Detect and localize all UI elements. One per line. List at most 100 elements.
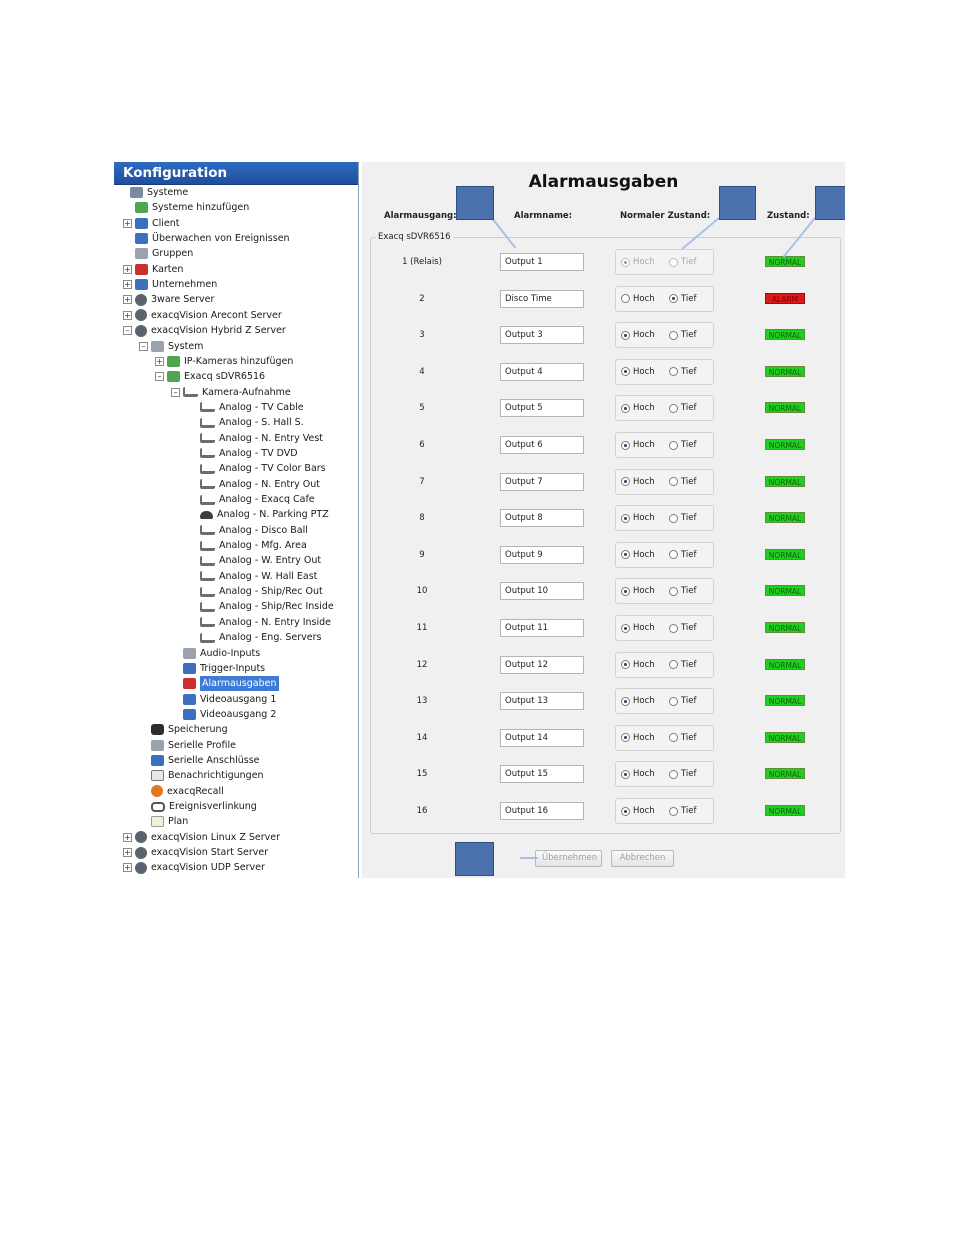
tree-item[interactable]: Serielle Profile	[139, 738, 236, 753]
tree-item[interactable]: Trigger-Inputs	[171, 661, 265, 676]
radio-high[interactable]: Hoch	[621, 806, 655, 816]
alarm-name-input[interactable]: Disco Time	[500, 289, 584, 308]
radio-high[interactable]: Hoch	[621, 660, 655, 670]
tree-item[interactable]: Alarmausgaben	[171, 676, 279, 692]
radio-low[interactable]: Tief	[669, 623, 697, 633]
radio-high[interactable]: Hoch	[621, 550, 655, 560]
tree-item[interactable]: Serielle Anschlüsse	[139, 753, 260, 768]
tree-item[interactable]: Analog - S. Hall S.	[188, 415, 304, 430]
tree-item[interactable]: + Unternehmen	[123, 277, 217, 292]
radio-low[interactable]: Tief	[669, 586, 697, 596]
tree-item[interactable]: + Client	[123, 216, 180, 231]
alarm-name-input[interactable]: Output 14	[500, 728, 584, 747]
tree-item[interactable]: Analog - N. Entry Out	[188, 477, 320, 492]
tree-item[interactable]: Analog - Eng. Servers	[188, 630, 322, 645]
radio-low[interactable]: Tief	[669, 733, 697, 743]
tree-item[interactable]: Analog - N. Entry Vest	[188, 431, 323, 446]
radio-high[interactable]: Hoch	[621, 623, 655, 633]
expand-icon[interactable]: +	[123, 295, 132, 305]
tree-item[interactable]: Analog - Disco Ball	[188, 523, 308, 538]
tree-item[interactable]: – exacqVision Hybrid Z Server	[123, 323, 286, 338]
tree-item[interactable]: Audio-Inputs	[171, 646, 260, 661]
tree-item[interactable]: Analog - TV Color Bars	[188, 461, 326, 476]
tree-item[interactable]: + exacqVision UDP Server	[123, 860, 265, 875]
expand-icon[interactable]: +	[123, 280, 132, 290]
tree-item[interactable]: Analog - W. Entry Out	[188, 553, 321, 568]
tree-item[interactable]: + exacqVision Start Server	[123, 845, 268, 860]
tree-item[interactable]: Überwachen von Ereignissen	[123, 231, 290, 246]
expand-icon[interactable]: +	[123, 863, 132, 873]
tree-item[interactable]: Analog - Mfg. Area	[188, 538, 307, 553]
radio-high[interactable]: Hoch	[621, 586, 655, 596]
alarm-name-input[interactable]: Output 15	[500, 765, 584, 784]
radio-low[interactable]: Tief	[669, 440, 697, 450]
radio-low[interactable]: Tief	[669, 403, 697, 413]
alarm-name-input[interactable]: Output 12	[500, 655, 584, 674]
tree-item[interactable]: Analog - Ship/Rec Out	[188, 584, 323, 599]
radio-low[interactable]: Tief	[669, 330, 697, 340]
radio-high[interactable]: Hoch	[621, 513, 655, 523]
apply-button[interactable]: Übernehmen	[535, 850, 602, 867]
radio-high[interactable]: Hoch	[621, 733, 655, 743]
radio-low[interactable]: Tief	[669, 660, 697, 670]
radio-low[interactable]: Tief	[669, 513, 697, 523]
cancel-button[interactable]: Abbrechen	[611, 850, 674, 867]
tree-item[interactable]: – System	[139, 339, 203, 354]
collapse-icon[interactable]: –	[155, 372, 164, 382]
radio-high[interactable]: Hoch	[621, 769, 655, 779]
tree-item[interactable]: Analog - TV DVD	[188, 446, 298, 461]
alarm-name-input[interactable]: Output 13	[500, 692, 584, 711]
tree-item[interactable]: Analog - W. Hall East	[188, 569, 317, 584]
radio-low[interactable]: Tief	[669, 477, 697, 487]
tree-item[interactable]: Systeme hinzufügen	[123, 200, 249, 215]
tree-item[interactable]: + exacqVision Arecont Server	[123, 308, 282, 323]
alarm-name-input[interactable]: Output 5	[500, 399, 584, 418]
alarm-name-input[interactable]: Output 7	[500, 472, 584, 491]
tree-item[interactable]: Speicherung	[139, 722, 228, 737]
radio-low[interactable]: Tief	[669, 806, 697, 816]
tree-item[interactable]: Analog - N. Entry Inside	[188, 615, 331, 630]
radio-high[interactable]: Hoch	[621, 330, 655, 340]
alarm-name-input[interactable]: Output 8	[500, 509, 584, 528]
alarm-name-input[interactable]: Output 10	[500, 582, 584, 601]
tree-item[interactable]: exacqRecall	[139, 784, 224, 799]
alarm-name-input[interactable]: Output 9	[500, 545, 584, 564]
tree-item[interactable]: Analog - Ship/Rec Inside	[188, 599, 334, 614]
expand-icon[interactable]: +	[123, 218, 132, 228]
radio-low[interactable]: Tief	[669, 294, 697, 304]
tree-item[interactable]: Gruppen	[123, 246, 193, 261]
tree-item[interactable]: Ereignisverlinkung	[139, 799, 257, 814]
radio-high[interactable]: Hoch	[621, 477, 655, 487]
alarm-name-input[interactable]: Output 1	[500, 253, 584, 271]
alarm-name-input[interactable]: Output 4	[500, 362, 584, 381]
radio-low[interactable]: Tief	[669, 769, 697, 779]
radio-high[interactable]: Hoch	[621, 294, 655, 304]
radio-high[interactable]: Hoch	[621, 403, 655, 413]
collapse-icon[interactable]: –	[123, 326, 132, 336]
tree-item[interactable]: + IP-Kameras hinzufügen	[155, 354, 293, 369]
alarm-name-input[interactable]: Output 16	[500, 802, 584, 820]
expand-icon[interactable]: +	[123, 264, 132, 274]
radio-high[interactable]: Hoch	[621, 696, 655, 706]
expand-icon[interactable]: +	[123, 310, 132, 320]
alarm-name-input[interactable]: Output 6	[500, 436, 584, 454]
tree-item[interactable]: +3ware Server	[123, 292, 214, 307]
tree-item[interactable]: Videoausgang 1	[171, 692, 276, 707]
expand-icon[interactable]: +	[155, 356, 164, 366]
radio-low[interactable]: Tief	[669, 550, 697, 560]
tree-item[interactable]: + Karten	[123, 262, 183, 277]
radio-high[interactable]: Hoch	[621, 440, 655, 450]
tree-item[interactable]: Analog - Exacq Cafe	[188, 492, 315, 507]
tree-item[interactable]: Systeme	[118, 185, 188, 200]
tree-item[interactable]: Benachrichtigungen	[139, 768, 264, 783]
collapse-icon[interactable]: –	[171, 387, 180, 397]
expand-icon[interactable]: +	[123, 848, 132, 858]
radio-high[interactable]: Hoch	[621, 367, 655, 377]
collapse-icon[interactable]: –	[139, 341, 148, 351]
tree-item[interactable]: – Exacq sDVR6516	[155, 369, 265, 384]
alarm-name-input[interactable]: Output 11	[500, 619, 584, 637]
radio-low[interactable]: Tief	[669, 367, 697, 377]
radio-low[interactable]: Tief	[669, 696, 697, 706]
expand-icon[interactable]: +	[123, 832, 132, 842]
tree-item[interactable]: Plan	[139, 814, 188, 829]
